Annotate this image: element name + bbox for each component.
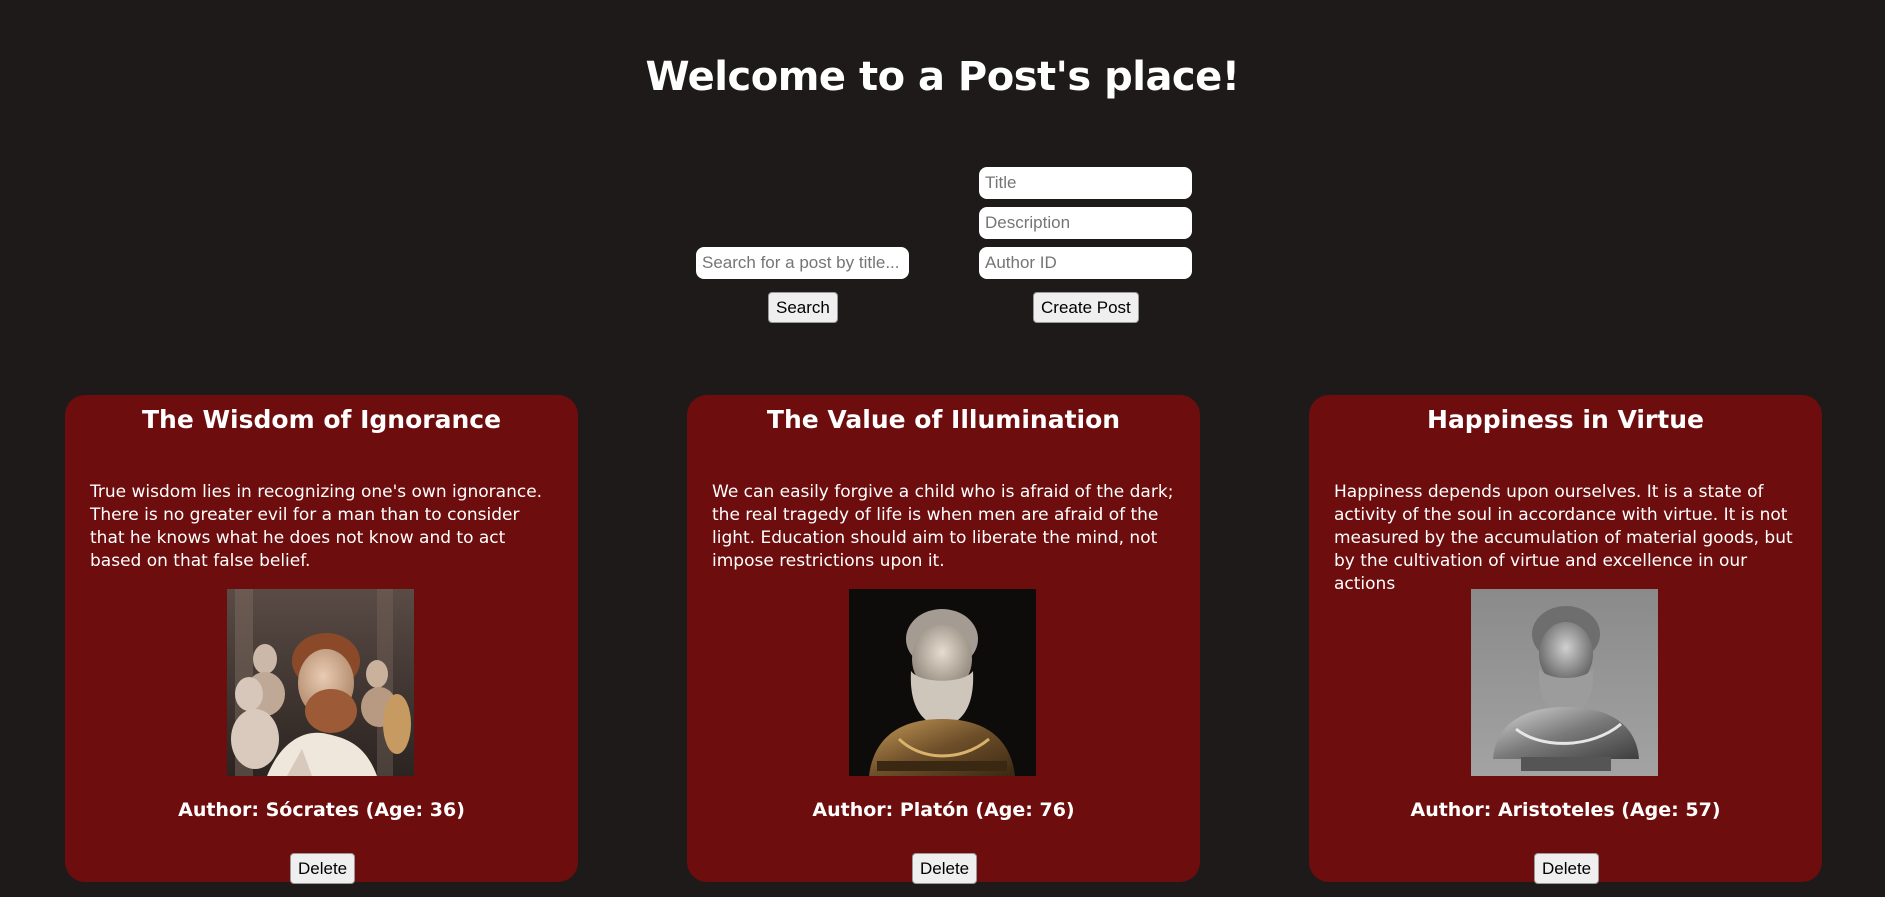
post-image [1471, 589, 1658, 776]
search-input[interactable] [696, 247, 909, 279]
create-post-button[interactable]: Create Post [1033, 292, 1139, 323]
post-card: Happiness in Virtue Happiness depends up… [1309, 395, 1822, 884]
delete-button[interactable]: Delete [912, 853, 978, 884]
page: Welcome to a Post's place! Search Create… [0, 0, 1885, 897]
description-input[interactable] [979, 207, 1192, 239]
post-description: Happiness depends upon ourselves. It is … [1334, 482, 1793, 594]
silver-bust-image [1471, 589, 1658, 776]
delete-button[interactable]: Delete [290, 853, 356, 884]
title-input[interactable] [979, 167, 1192, 199]
post-image [849, 589, 1036, 776]
post-card: The Value of Illumination We can easily … [687, 395, 1200, 884]
post-title: The Wisdom of Ignorance [141, 405, 502, 434]
post-image [227, 589, 414, 776]
post-title: Happiness in Virtue [1427, 405, 1704, 434]
post-card: The Wisdom of Ignorance True wisdom lies… [65, 395, 578, 884]
post-description: True wisdom lies in recognizing one's ow… [90, 482, 543, 571]
author-id-input[interactable] [979, 247, 1192, 279]
marble-bust-image [227, 589, 414, 776]
bronze-bust-image [849, 589, 1036, 776]
search-button[interactable]: Search [768, 292, 838, 323]
delete-button[interactable]: Delete [1534, 853, 1600, 884]
post-title: The Value of Illumination [766, 405, 1121, 434]
post-author: Author: Sócrates (Age: 36) [178, 799, 465, 821]
post-author: Author: Aristoteles (Age: 57) [1410, 799, 1721, 821]
post-description: We can easily forgive a child who is afr… [712, 482, 1174, 571]
page-title: Welcome to a Post's place! [645, 54, 1240, 100]
post-author: Author: Platón (Age: 76) [812, 799, 1075, 821]
